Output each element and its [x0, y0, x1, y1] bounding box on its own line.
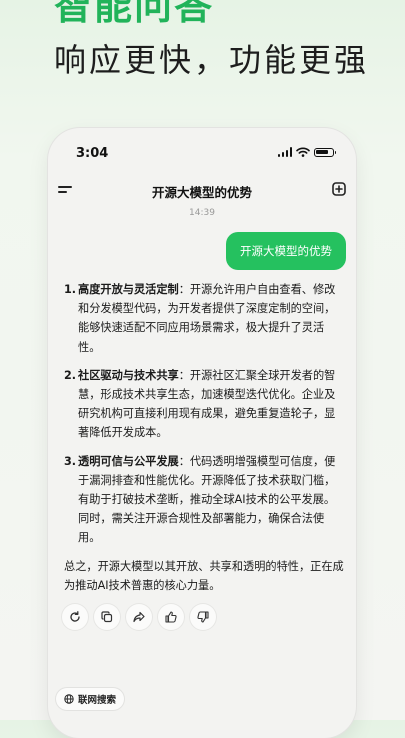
- globe-icon: [64, 694, 74, 704]
- point-heading: 透明可信与公平发展: [78, 454, 179, 468]
- share-icon: [133, 611, 145, 623]
- signal-icon: [277, 147, 292, 157]
- status-bar: 3:04: [48, 128, 356, 180]
- status-time: 3:04: [76, 146, 109, 161]
- wifi-icon: [296, 147, 310, 157]
- battery-icon: [314, 147, 336, 157]
- assistant-answer: 1. 高度开放与灵活定制：开源允许用户自由查看、修改和分发模型代码，为开发者提供了…: [64, 280, 344, 595]
- point-heading: 高度开放与灵活定制: [78, 283, 179, 296]
- answer-point: 2. 社区驱动与技术共享：开源社区汇聚全球开发者的智慧，形成技术共享生态，加速模型…: [64, 366, 344, 443]
- point-heading: 社区驱动与技术共享: [78, 368, 179, 382]
- user-message-bubble: 开源大模型的优势: [226, 232, 346, 270]
- refresh-button[interactable]: [62, 604, 88, 630]
- phone-mockup: 3:04 开源大模型的优势 14:39 开源大模型的优势 1. 高度开放与灵活定…: [48, 128, 356, 738]
- hero-title: 智能问答: [54, 0, 215, 28]
- thumbs-down-icon: [197, 611, 209, 623]
- web-search-toggle[interactable]: 联网搜索: [56, 688, 125, 710]
- share-button[interactable]: [126, 604, 152, 630]
- answer-summary: 总之，开源大模型以其开放、共享和透明的特性，正在成为推动AI技术普惠的核心力量。: [64, 559, 344, 592]
- point-number: 2.: [64, 368, 77, 382]
- refresh-icon: [70, 611, 80, 622]
- copy-icon: [101, 611, 113, 623]
- point-number: 3.: [64, 454, 77, 468]
- copy-button[interactable]: [94, 604, 120, 630]
- message-actions: [62, 604, 216, 630]
- status-icons: [277, 147, 336, 157]
- new-chat-icon[interactable]: [332, 182, 346, 196]
- answer-point: 1. 高度开放与灵活定制：开源允许用户自由查看、修改和分发模型代码，为开发者提供了…: [64, 280, 344, 357]
- like-button[interactable]: [158, 604, 184, 630]
- message-timestamp: 14:39: [189, 208, 215, 218]
- thumbs-up-icon: [165, 611, 177, 623]
- hero-subtitle: 响应更快，功能更强: [54, 41, 370, 79]
- answer-point: 3. 透明可信与公平发展：代码透明增强模型可信度，便于漏洞排查和性能优化。开源降低…: [64, 452, 344, 548]
- nav-bar: 开源大模型的优势: [48, 178, 356, 204]
- web-search-label: 联网搜索: [78, 695, 117, 706]
- chat-title: 开源大模型的优势: [151, 185, 252, 200]
- dislike-button[interactable]: [190, 604, 216, 630]
- point-text: ：代码透明增强模型可信度，便于漏洞排查和性能优化。开源降低了技术获取门槛，有助于…: [78, 454, 336, 545]
- point-number: 1.: [64, 283, 77, 296]
